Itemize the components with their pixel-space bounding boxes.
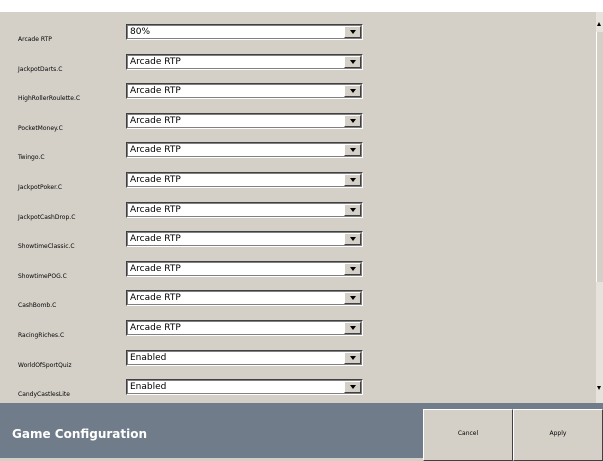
config-row-label: RacingRiches.C	[18, 332, 65, 339]
dropdown-value: Enabled	[130, 352, 167, 363]
scrollbar-thumb[interactable]	[596, 32, 603, 282]
config-dropdown[interactable]: Arcade RTP	[126, 112, 363, 129]
config-row: ShowtimeClassic.C Arcade RTP	[0, 231, 596, 261]
dropdown-button[interactable]	[344, 144, 361, 157]
config-row: HighRollerRoulette.C Arcade RTP	[0, 83, 596, 113]
chevron-down-icon	[350, 178, 356, 182]
config-row-label: CandyCastlesLite	[18, 391, 70, 399]
config-row-label: HighRollerRoulette.C	[18, 95, 81, 103]
chevron-down-icon	[350, 266, 356, 271]
chevron-down-icon	[350, 237, 356, 242]
config-row-label: ShowtimeClassic.C	[18, 243, 75, 251]
dropdown-button[interactable]	[344, 233, 361, 246]
config-dropdown[interactable]: 80%	[126, 24, 363, 40]
config-dropdown[interactable]: Arcade RTP	[126, 201, 363, 218]
config-dropdown[interactable]: Arcade RTP	[126, 320, 363, 336]
dropdown-button[interactable]	[344, 26, 361, 38]
dropdown-button[interactable]	[344, 114, 361, 127]
config-dropdown[interactable]: Arcade RTP	[126, 172, 363, 188]
chevron-down-icon	[350, 118, 356, 123]
dropdown-button[interactable]	[344, 292, 361, 305]
footer-bar: Game Configuration Cancel Apply	[0, 403, 603, 461]
config-dropdown[interactable]: Arcade RTP	[126, 231, 363, 248]
config-row: Arcade RTP 80%	[0, 24, 596, 54]
config-dropdown[interactable]: Arcade RTP	[126, 142, 363, 159]
chevron-down-icon	[350, 148, 356, 153]
dropdown-value: Arcade RTP	[130, 56, 181, 67]
chevron-down-icon	[350, 385, 356, 390]
config-list: Arcade RTP 80% JackpotDarts.C Arcade RTP Hig…	[0, 12, 603, 403]
config-dropdown[interactable]: Arcade RTP	[126, 290, 363, 307]
config-row-label: CashBomb.C	[18, 302, 57, 310]
config-row-label: WorldOfSportQuiz	[18, 361, 72, 369]
dropdown-value: Arcade RTP	[130, 293, 181, 304]
page-title: Game Configuration	[12, 427, 148, 441]
dropdown-button[interactable]	[344, 381, 361, 394]
config-row: JackpotDarts.C Arcade RTP	[0, 53, 596, 84]
config-row-label: JackpotDarts.C	[18, 65, 63, 73]
config-row-label: ShowtimePOG.C	[18, 272, 67, 280]
dropdown-value: Arcade RTP	[130, 323, 181, 333]
dropdown-button[interactable]	[344, 322, 361, 334]
config-row-label: Arcade RTP	[18, 36, 52, 43]
chevron-down-icon	[350, 30, 356, 34]
dropdown-value: Arcade RTP	[130, 175, 181, 185]
config-dropdown[interactable]: Enabled	[126, 349, 363, 366]
dropdown-button[interactable]	[344, 203, 361, 216]
config-row: JackpotPoker.C Arcade RTP	[0, 172, 596, 202]
cancel-button-label: Cancel	[457, 430, 479, 437]
apply-button-label: Apply	[549, 430, 567, 437]
config-row-label: Twingo.C	[18, 154, 45, 162]
apply-button[interactable]: Apply	[513, 409, 603, 461]
dropdown-button[interactable]	[344, 351, 361, 364]
dropdown-button[interactable]	[344, 174, 361, 186]
dropdown-value: 80%	[130, 27, 151, 37]
config-dropdown[interactable]: Arcade RTP	[126, 260, 363, 277]
top-border	[0, 0, 603, 12]
chevron-down-icon	[350, 326, 356, 330]
dropdown-value: Arcade RTP	[130, 263, 181, 274]
vertical-scrollbar[interactable]	[596, 12, 603, 403]
config-dropdown[interactable]: Arcade RTP	[126, 53, 363, 70]
chevron-down-icon	[350, 355, 356, 360]
dropdown-value: Arcade RTP	[130, 234, 181, 245]
config-row: ShowtimePOG.C Arcade RTP	[0, 260, 596, 291]
dropdown-value: Arcade RTP	[130, 115, 181, 126]
config-row-label: JackpotPoker.C	[18, 184, 63, 191]
dropdown-button[interactable]	[344, 262, 361, 275]
config-row-label: PocketMoney.C	[18, 124, 63, 132]
chevron-down-icon	[350, 296, 356, 301]
config-row: PocketMoney.C Arcade RTP	[0, 112, 596, 143]
config-row: RacingRiches.C Arcade RTP	[0, 320, 596, 350]
cancel-button[interactable]: Cancel	[423, 409, 513, 461]
chevron-down-icon	[350, 207, 356, 212]
config-row: Twingo.C Arcade RTP	[0, 142, 596, 172]
dropdown-value: Arcade RTP	[130, 204, 181, 215]
arrow-up-icon[interactable]	[597, 22, 601, 26]
dropdown-value: Enabled	[130, 382, 167, 393]
chevron-down-icon	[350, 89, 356, 94]
config-row-label: JackpotCashDrop.C	[18, 213, 76, 221]
dropdown-button[interactable]	[344, 55, 361, 68]
config-row: CashBomb.C Arcade RTP	[0, 290, 596, 320]
config-dropdown[interactable]: Arcade RTP	[126, 83, 363, 100]
dropdown-button[interactable]	[344, 85, 361, 98]
config-row: WorldOfSportQuiz Enabled	[0, 349, 596, 380]
arrow-down-icon[interactable]	[597, 386, 601, 390]
dropdown-value: Arcade RTP	[130, 86, 181, 97]
chevron-down-icon	[350, 59, 356, 64]
config-dropdown[interactable]: Enabled	[126, 379, 363, 396]
config-row: JackpotCashDrop.C Arcade RTP	[0, 201, 596, 232]
dropdown-value: Arcade RTP	[130, 145, 181, 156]
